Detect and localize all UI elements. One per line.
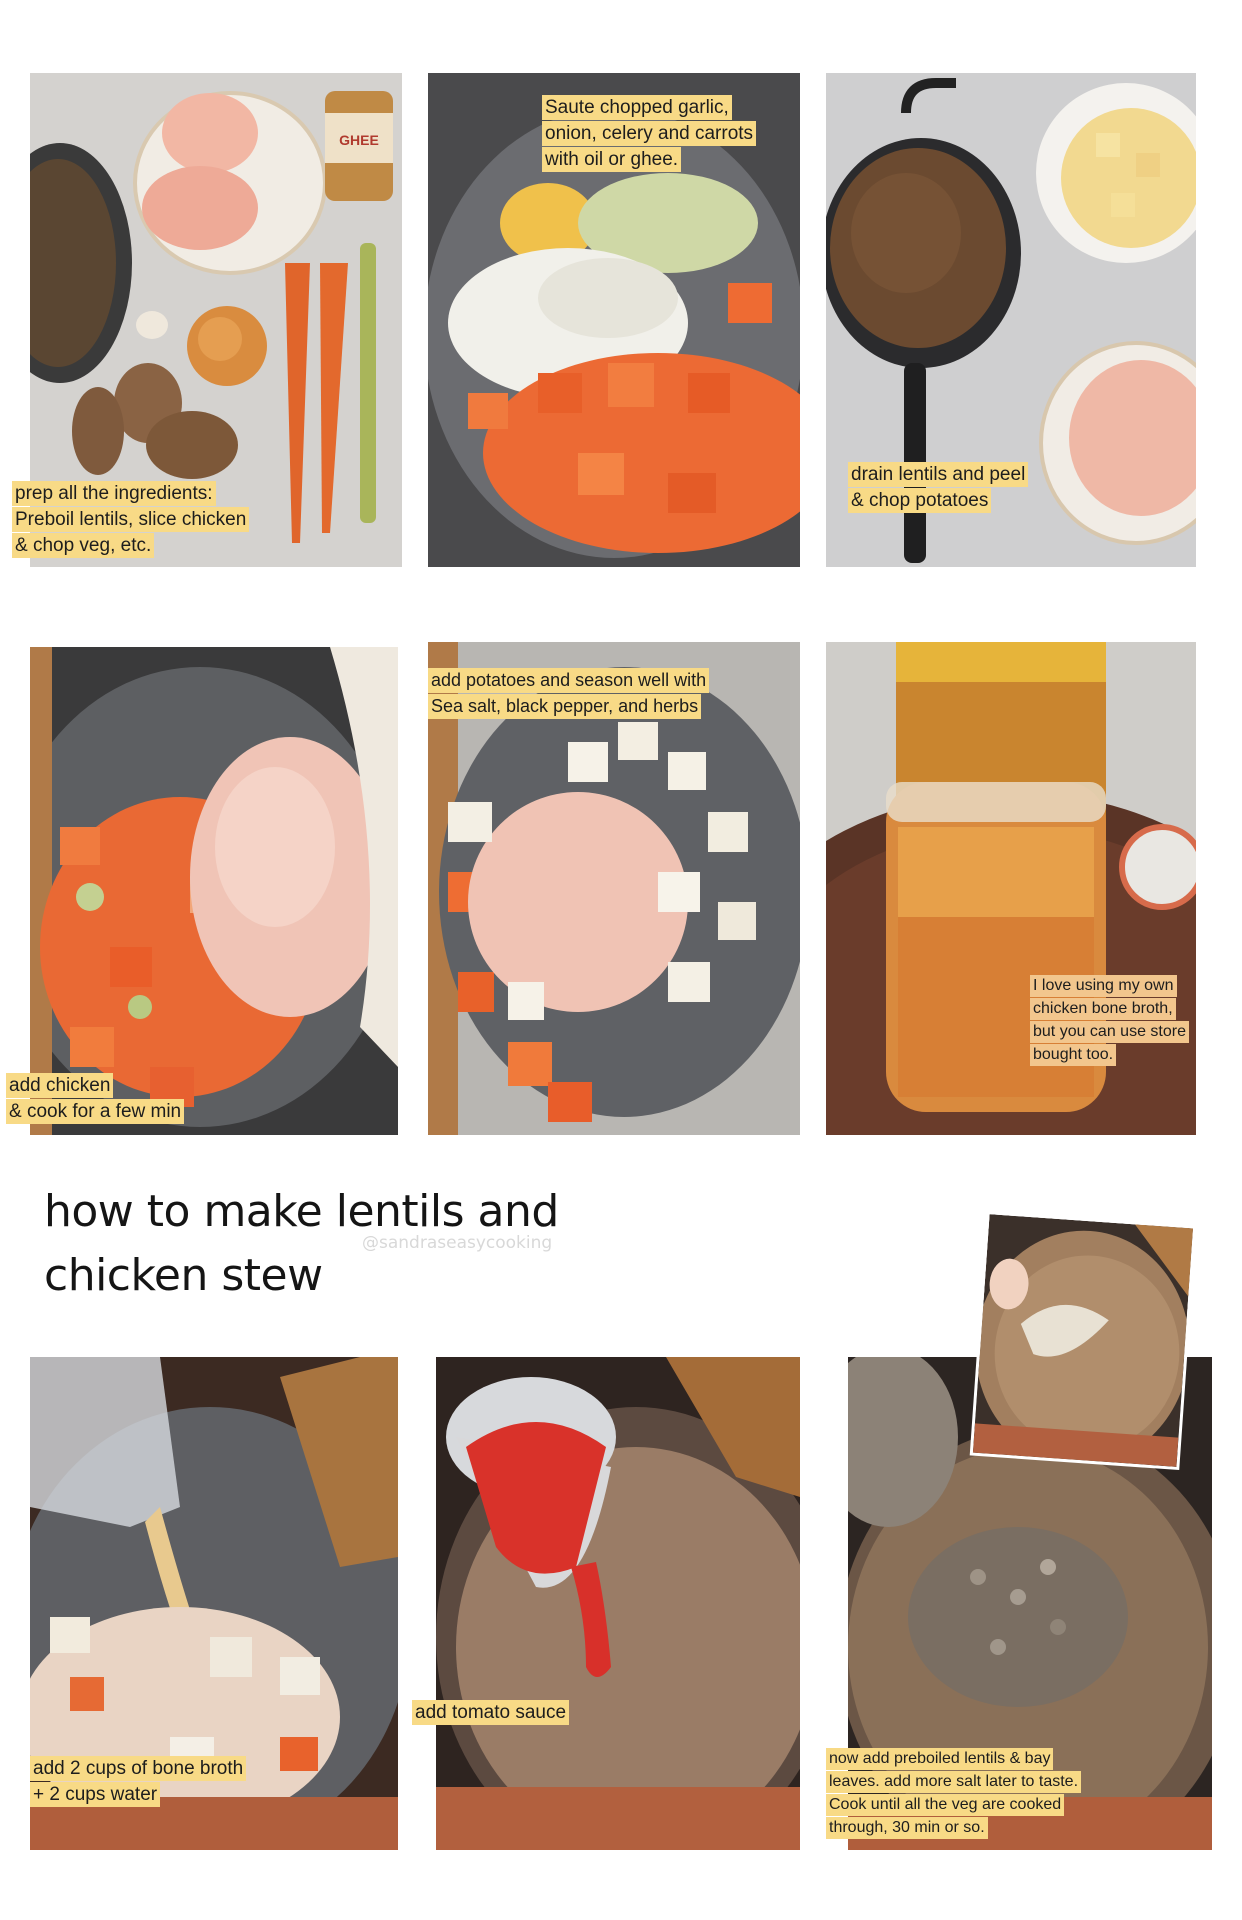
caption-line: now add preboiled lentils & bay bbox=[826, 1748, 1054, 1770]
caption-line: & chop veg, etc. bbox=[12, 533, 155, 558]
caption-season: add potatoes and season well with Sea sa… bbox=[428, 668, 710, 720]
caption-add-broth: add 2 cups of bone broth + 2 cups water bbox=[30, 1756, 247, 1808]
caption-line: but you can use store bbox=[1030, 1021, 1189, 1043]
caption-line: + 2 cups water bbox=[30, 1782, 161, 1807]
caption-line: prep all the ingredients: bbox=[12, 481, 216, 506]
caption-line: drain lentils and peel bbox=[848, 462, 1029, 487]
caption-line: through, 30 min or so. bbox=[826, 1817, 988, 1839]
caption-tomato: add tomato sauce bbox=[412, 1700, 570, 1726]
photo-bay-leaves-inset bbox=[969, 1210, 1197, 1471]
caption-line: Saute chopped garlic, bbox=[542, 95, 732, 120]
caption-line: add potatoes and season well with bbox=[428, 668, 710, 693]
watermark: @sandraseasycooking bbox=[362, 1233, 553, 1253]
caption-line: & chop potatoes bbox=[848, 488, 992, 513]
caption-line: & cook for a few min bbox=[6, 1099, 185, 1124]
caption-line: with oil or ghee. bbox=[542, 147, 682, 172]
caption-line: I love using my own bbox=[1030, 975, 1177, 997]
caption-saute: Saute chopped garlic, onion, celery and … bbox=[542, 95, 757, 173]
caption-line: add tomato sauce bbox=[412, 1700, 570, 1725]
caption-line: chicken bone broth, bbox=[1030, 998, 1176, 1020]
photo-add-chicken bbox=[30, 647, 398, 1135]
title-line-2: chicken stew bbox=[44, 1250, 323, 1301]
caption-drain: drain lentils and peel & chop potatoes bbox=[848, 462, 1029, 514]
caption-lentils: now add preboiled lentils & bay leaves. … bbox=[826, 1748, 1082, 1840]
caption-line: onion, celery and carrots bbox=[542, 121, 757, 146]
ghee-label: GHEE bbox=[339, 132, 379, 148]
caption-line: Sea salt, black pepper, and herbs bbox=[428, 694, 702, 719]
caption-prep: prep all the ingredients: Preboil lentil… bbox=[12, 481, 250, 559]
caption-line: Cook until all the veg are cooked bbox=[826, 1794, 1065, 1816]
caption-line: add chicken bbox=[6, 1073, 114, 1098]
caption-broth-note: I love using my own chicken bone broth, … bbox=[1030, 975, 1189, 1067]
caption-line: leaves. add more salt later to taste. bbox=[826, 1771, 1082, 1793]
caption-line: Preboil lentils, slice chicken bbox=[12, 507, 250, 532]
photo-tomato-sauce bbox=[436, 1357, 800, 1850]
caption-line: add 2 cups of bone broth bbox=[30, 1756, 247, 1781]
caption-add-chicken: add chicken & cook for a few min bbox=[6, 1073, 185, 1125]
caption-line: bought too. bbox=[1030, 1044, 1117, 1066]
